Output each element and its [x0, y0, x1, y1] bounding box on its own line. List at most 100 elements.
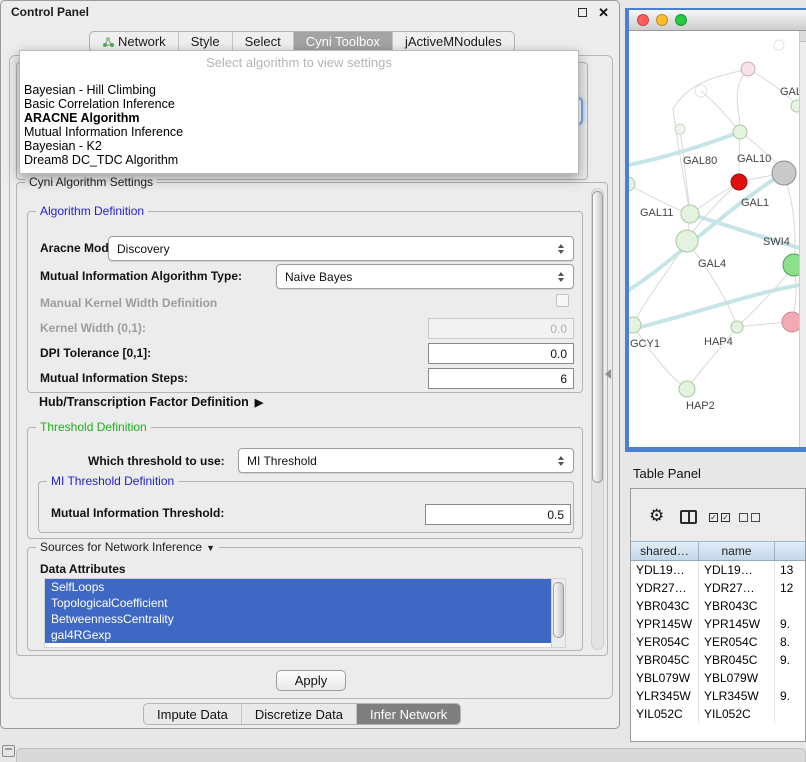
control-panel-window: Control Panel ✕ Network Style Select Cyn… [0, 0, 620, 729]
table-row[interactable]: YDR27…YDR27…12 [631, 579, 805, 597]
mac-minimize-button[interactable] [656, 14, 668, 26]
scrollbar-thumb[interactable] [592, 191, 603, 483]
tab-jactivemnodules[interactable]: jActiveMNodules [393, 32, 514, 51]
mi-algorithm-type-select[interactable]: Naive Bayes [276, 264, 574, 289]
table-panel-window: ⚙ ✓✓ shared… name YDL19…YDL19…13 YDR27…Y… [630, 488, 806, 742]
float-window-icon[interactable] [578, 8, 587, 17]
network-view-window: GAL GAL80 GAL10 GAL11 GAL1 SWI4 GAL4 GCY… [625, 8, 806, 452]
dropdown-placeholder: Select algorithm to view settings [20, 54, 578, 72]
mi-algorithm-type-label: Mutual Information Algorithm Type: [40, 269, 242, 283]
network-node-red[interactable] [731, 174, 747, 190]
tab-network[interactable]: Network [90, 32, 179, 51]
mac-close-button[interactable] [637, 14, 649, 26]
manual-kernel-width-checkbox[interactable] [556, 294, 569, 307]
table-row[interactable]: YDL19…YDL19…13 [631, 561, 805, 579]
list-item[interactable]: BetweennessCentrality [45, 611, 551, 627]
table-toolbar: ⚙ ✓✓ [631, 489, 805, 541]
column-header-shared-name[interactable]: shared… [631, 542, 699, 560]
data-attributes-label: Data Attributes [40, 562, 126, 576]
node-label: GAL1 [741, 197, 769, 209]
network-node[interactable] [741, 62, 755, 76]
settings-scrollbar[interactable] [591, 188, 604, 650]
group-title: Threshold Definition [36, 420, 151, 434]
node-label: GAL80 [683, 155, 717, 167]
dropdown-item-selected[interactable]: ARACNE Algorithm [20, 111, 578, 125]
which-threshold-select[interactable]: MI Threshold [238, 448, 574, 473]
tab-infer-network[interactable]: Infer Network [357, 704, 460, 724]
column-header-partial[interactable] [775, 542, 805, 560]
table-row[interactable]: YLR345WYLR345W9. [631, 687, 805, 705]
minimized-window-icon[interactable] [2, 745, 15, 757]
table-row[interactable]: YBR043CYBR043C [631, 597, 805, 615]
list-item[interactable]: gal4RGexp [45, 627, 551, 643]
network-node[interactable] [681, 205, 699, 223]
network-node-gray[interactable] [772, 161, 796, 185]
hub-section-toggle[interactable]: Hub/Transcription Factor Definition ▶ [39, 395, 263, 409]
network-node[interactable] [679, 381, 695, 397]
dropdown-item[interactable]: Bayesian - K2 [20, 139, 578, 153]
column-header-name[interactable]: name [699, 542, 775, 560]
close-window-icon[interactable]: ✕ [598, 6, 609, 19]
control-panel-tab-bar: Network Style Select Cyni Toolbox jActiv… [89, 31, 515, 52]
network-node[interactable] [629, 317, 641, 333]
network-node[interactable] [774, 40, 784, 50]
tab-style[interactable]: Style [179, 32, 233, 51]
list-item[interactable]: SelfLoops [45, 579, 551, 595]
cyni-algorithm-settings-group: Cyni Algorithm Settings Algorithm Defini… [16, 182, 608, 656]
scrollbar-thumb[interactable] [553, 582, 564, 638]
sources-group: Sources for Network Inference▼ Data Attr… [27, 547, 583, 651]
table-row[interactable]: YBR045CYBR045C9. [631, 651, 805, 669]
network-vertical-scrollbar[interactable] [799, 31, 806, 447]
which-threshold-label: Which threshold to use: [88, 454, 225, 468]
tab-select[interactable]: Select [233, 32, 294, 51]
list-scrollbar[interactable] [551, 579, 565, 647]
sources-section-toggle[interactable]: Sources for Network Inference▼ [36, 540, 219, 554]
control-panel-titlebar: Control Panel ✕ [1, 1, 619, 23]
network-node[interactable] [731, 321, 743, 333]
table-settings-gear-icon[interactable]: ⚙ [649, 507, 664, 524]
apply-button[interactable]: Apply [276, 670, 346, 691]
dpi-tolerance-input[interactable]: 0.0 [428, 343, 574, 364]
mac-zoom-button[interactable] [675, 14, 687, 26]
panel-splitter-collapse-arrow[interactable] [605, 369, 611, 379]
dropdown-item[interactable]: Dream8 DC_TDC Algorithm [20, 153, 578, 167]
dropdown-item[interactable]: Basic Correlation Inference [20, 97, 578, 111]
network-canvas[interactable]: GAL GAL80 GAL10 GAL11 GAL1 SWI4 GAL4 GCY… [629, 31, 806, 447]
dropdown-item[interactable]: Mutual Information Inference [20, 125, 578, 139]
network-node[interactable] [733, 125, 747, 139]
mi-threshold-definition-group: MI Threshold Definition Mutual Informati… [38, 481, 574, 533]
network-node[interactable] [629, 177, 635, 191]
group-title: MI Threshold Definition [47, 474, 178, 488]
network-node[interactable] [676, 230, 698, 252]
table-row[interactable]: YPR145WYPR145W9. [631, 615, 805, 633]
list-item[interactable]: TopologicalCoefficient [45, 595, 551, 611]
table-header-row: shared… name [631, 541, 805, 561]
threshold-definition-group: Threshold Definition Which threshold to … [27, 427, 583, 539]
kernel-width-label: Kernel Width (0,1): [40, 321, 146, 335]
mi-threshold-label: Mutual Information Threshold: [51, 506, 224, 520]
mi-steps-input[interactable]: 6 [428, 368, 574, 389]
algorithm-dropdown-popup: Select algorithm to view settings Bayesi… [19, 50, 579, 174]
dropdown-item[interactable]: Bayesian - Hill Climbing [20, 83, 578, 97]
aracne-mode-select[interactable]: Discovery [108, 236, 574, 261]
scroll-up-button[interactable] [800, 31, 806, 42]
algorithm-definition-group: Algorithm Definition Aracne Mode: Discov… [27, 211, 583, 393]
network-node[interactable] [675, 124, 685, 134]
node-label: HAP2 [686, 400, 715, 412]
kernel-width-input[interactable]: 0.0 [428, 318, 574, 339]
table-row[interactable]: YER054CYER054C8. [631, 633, 805, 651]
tab-cyni-toolbox[interactable]: Cyni Toolbox [294, 32, 393, 51]
node-label: GAL4 [698, 258, 726, 270]
column-selector-icon[interactable] [680, 510, 697, 524]
table-row[interactable]: YBL079WYBL079W [631, 669, 805, 687]
mi-threshold-input[interactable]: 0.5 [425, 504, 571, 525]
select-all-rows-icon[interactable]: ✓✓ [709, 513, 730, 522]
network-icon [102, 36, 114, 48]
group-title: Cyni Algorithm Settings [25, 175, 157, 189]
data-attribute-list: SelfLoops TopologicalCoefficient Between… [44, 578, 566, 648]
tab-impute-data[interactable]: Impute Data [144, 704, 242, 724]
table-body: YDL19…YDL19…13 YDR27…YDR27…12 YBR043CYBR… [631, 561, 805, 741]
tab-discretize-data[interactable]: Discretize Data [242, 704, 357, 724]
deselect-all-rows-icon[interactable] [739, 513, 760, 522]
table-row[interactable]: YIL052CYIL052C [631, 705, 805, 723]
